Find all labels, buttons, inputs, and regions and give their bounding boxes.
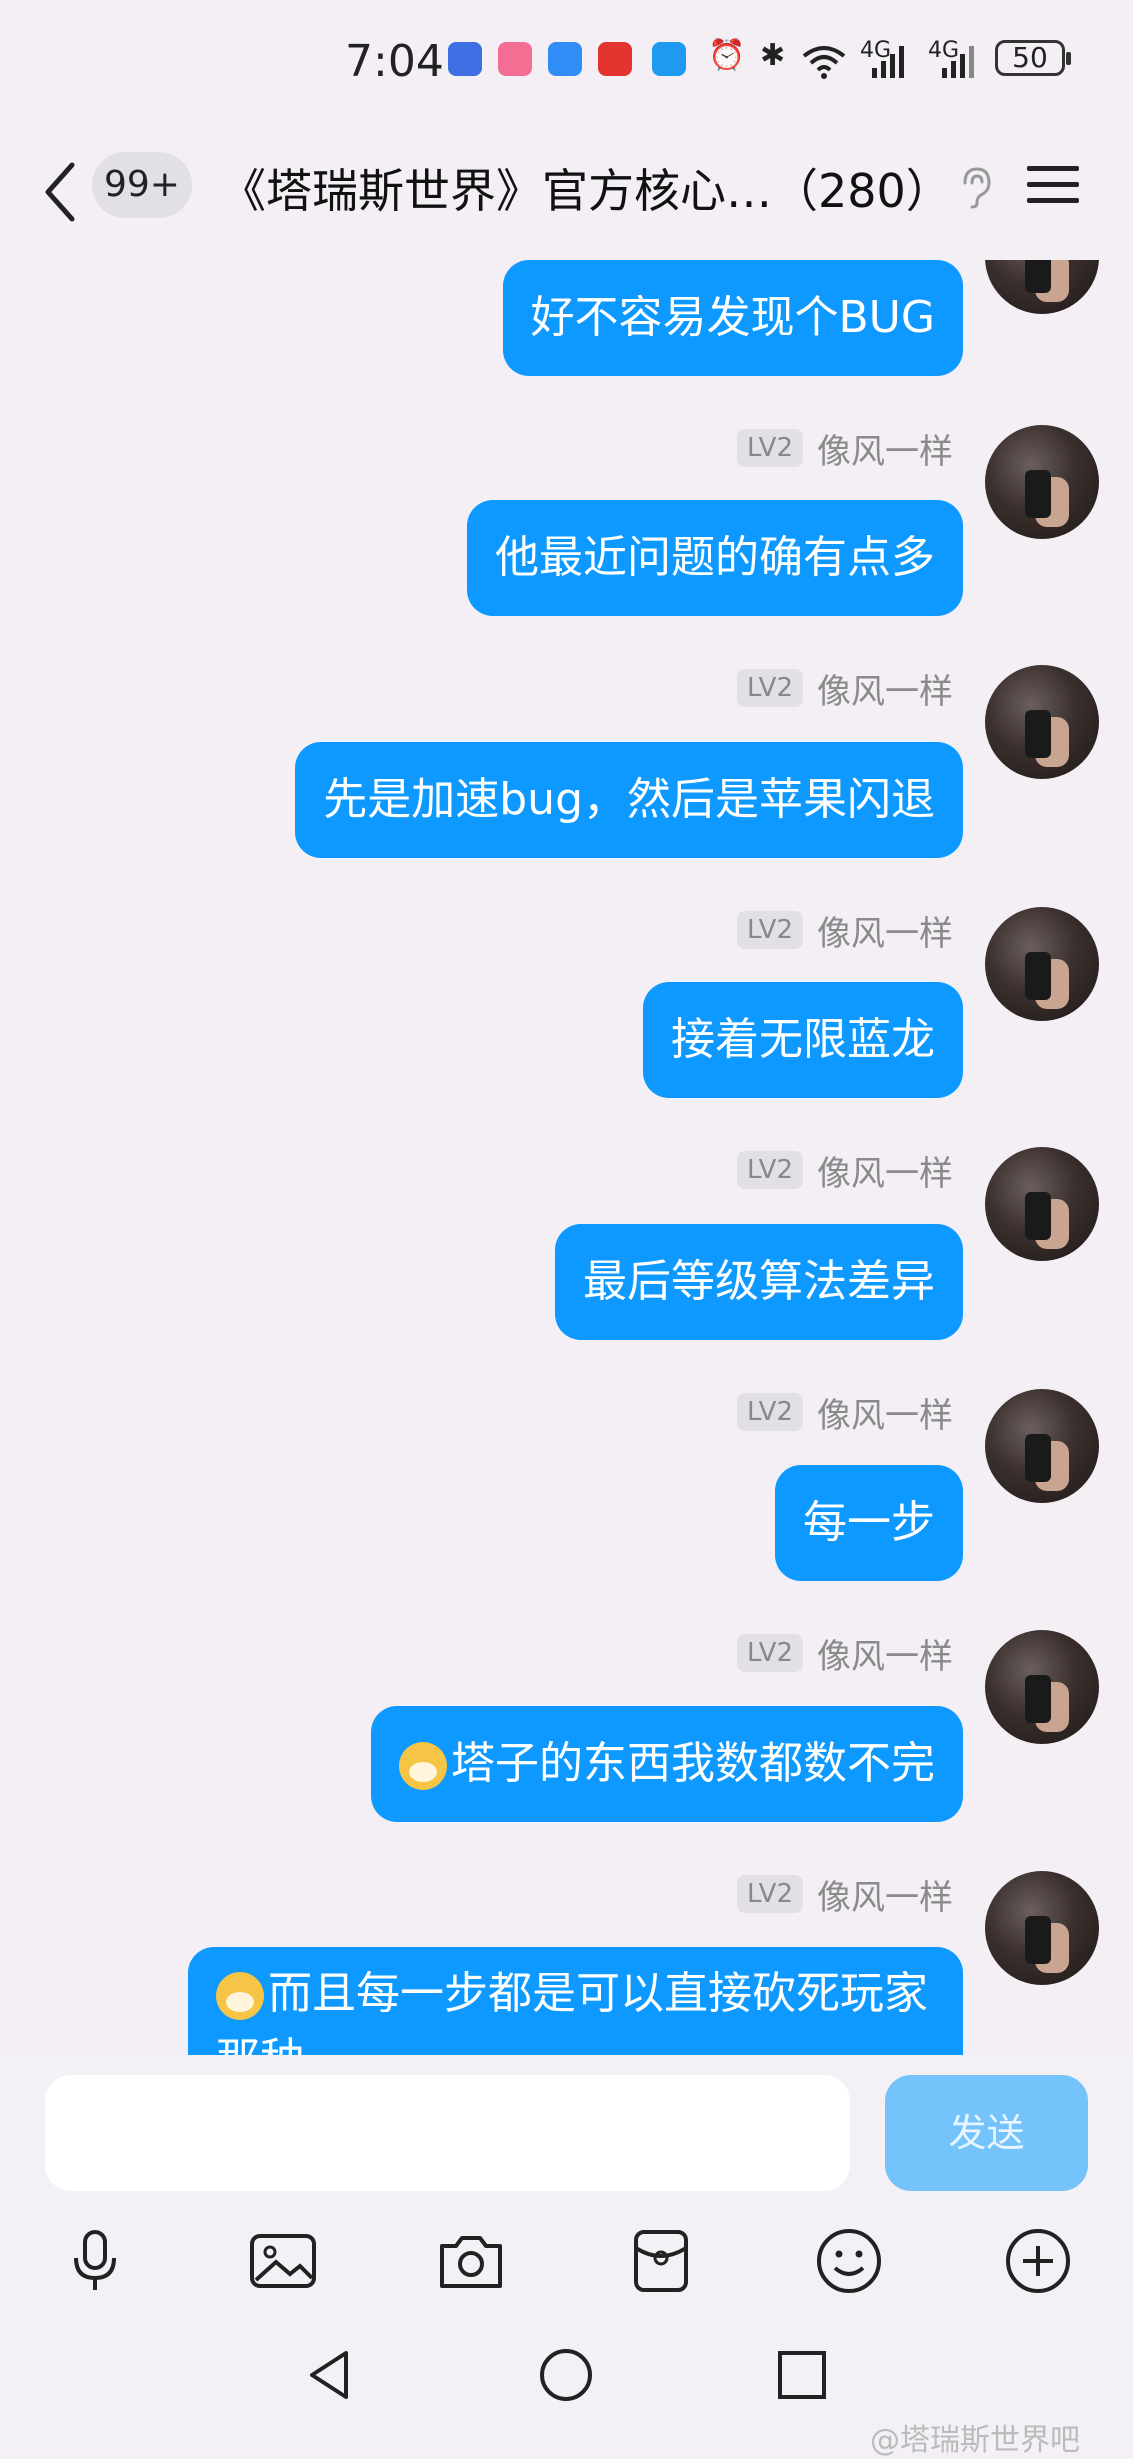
dog-emoji-icon — [399, 1742, 447, 1790]
avatar[interactable] — [985, 425, 1099, 539]
avatar[interactable] — [985, 260, 1099, 314]
send-button[interactable]: 发送 — [885, 2075, 1088, 2191]
message-meta: LV2 像风一样 — [737, 1392, 953, 1436]
emoji-icon[interactable] — [814, 2226, 884, 2296]
avatar[interactable] — [985, 1871, 1099, 1985]
sender-name[interactable]: 像风一样 — [817, 664, 953, 713]
message-meta: LV2 像风一样 — [737, 1633, 953, 1677]
bilibili-app-icon — [498, 42, 532, 76]
message-bubble[interactable]: 塔子的东西我数都数不完 — [371, 1706, 963, 1822]
message-meta: LV2 像风一样 — [737, 1150, 953, 1194]
avatar[interactable] — [985, 1630, 1099, 1744]
chat-area[interactable]: 好不容易发现个BUG LV2 像风一样 他最近问题的确有点多 LV2 像风一样 … — [0, 260, 1133, 2055]
image-icon[interactable] — [248, 2226, 318, 2296]
message-input[interactable] — [45, 2075, 850, 2191]
avatar[interactable] — [985, 665, 1099, 779]
sender-name[interactable]: 像风一样 — [817, 1388, 953, 1437]
microphone-icon[interactable] — [60, 2226, 130, 2296]
level-badge: LV2 — [737, 1634, 803, 1672]
dog-emoji-icon — [216, 1972, 264, 2020]
nav-recents-icon[interactable] — [772, 2345, 832, 2405]
system-nav-bar: @塔瑞斯世界吧 — [0, 2315, 1133, 2458]
menu-icon[interactable] — [1025, 163, 1081, 207]
cloud-app-icon — [652, 42, 686, 76]
avatar[interactable] — [985, 907, 1099, 1021]
wifi-icon — [802, 46, 846, 79]
message-bubble[interactable]: 先是加速bug，然后是苹果闪退 — [295, 742, 963, 858]
input-area: 发送 — [0, 2055, 1133, 2210]
level-badge: LV2 — [737, 911, 803, 949]
sender-name[interactable]: 像风一样 — [817, 1146, 953, 1195]
message-text: 而且每一步都是可以直接砍死玩家那种 — [216, 1968, 928, 2055]
message-meta: LV2 像风一样 — [737, 910, 953, 954]
watermark: @塔瑞斯世界吧 — [870, 2423, 1080, 2458]
message-meta: LV2 像风一样 — [737, 668, 953, 712]
message-bubble[interactable]: 每一步 — [775, 1465, 963, 1581]
plus-icon[interactable] — [1003, 2226, 1073, 2296]
message-bubble[interactable]: 好不容易发现个BUG — [502, 260, 963, 376]
alarm-icon: ⏰ — [708, 38, 746, 73]
sender-name[interactable]: 像风一样 — [817, 906, 953, 955]
message-bubble[interactable]: 他最近问题的确有点多 — [467, 500, 963, 616]
sender-name[interactable]: 像风一样 — [817, 424, 953, 473]
avatar[interactable] — [985, 1147, 1099, 1261]
sender-name[interactable]: 像风一样 — [817, 1870, 953, 1919]
bluetooth-icon: ✱ — [760, 38, 786, 73]
input-toolbar — [0, 2210, 1133, 2315]
message-text: 塔子的东西我数都数不完 — [451, 1738, 935, 1789]
message-bubble[interactable]: 而且每一步都是可以直接砍死玩家那种 — [188, 1947, 963, 2055]
status-bar: 7:04 ⏰ ✱ 4G 4G 50 — [0, 0, 1133, 125]
avatar[interactable] — [985, 1389, 1099, 1503]
signal-2-icon — [942, 46, 974, 78]
battery-indicator: 50 — [995, 40, 1071, 76]
level-badge: LV2 — [737, 1151, 803, 1189]
camera-icon[interactable] — [436, 2226, 506, 2296]
level-badge: LV2 — [737, 1875, 803, 1913]
group-title[interactable]: 《塔瑞斯世界》官方核心…（280） — [220, 155, 952, 221]
nav-home-icon[interactable] — [536, 2345, 596, 2405]
level-badge: LV2 — [737, 429, 803, 467]
tieba-app-icon — [448, 42, 482, 76]
level-badge: LV2 — [737, 1393, 803, 1431]
message-meta: LV2 像风一样 — [737, 428, 953, 472]
signal-1-icon — [872, 46, 904, 78]
status-time: 7:04 — [345, 36, 444, 87]
red-packet-icon[interactable] — [626, 2226, 696, 2296]
message-bubble[interactable]: 最后等级算法差异 — [555, 1224, 963, 1340]
message-bubble[interactable]: 接着无限蓝龙 — [643, 982, 963, 1098]
weather-app-icon — [548, 42, 582, 76]
unread-badge[interactable]: 99+ — [92, 152, 192, 218]
ear-icon[interactable] — [955, 165, 995, 209]
huawei-app-icon — [598, 42, 632, 76]
nav-back-icon[interactable] — [300, 2345, 360, 2405]
sender-name[interactable]: 像风一样 — [817, 1629, 953, 1678]
message-meta: LV2 像风一样 — [737, 1874, 953, 1918]
back-arrow-icon[interactable] — [36, 155, 86, 230]
level-badge: LV2 — [737, 669, 803, 707]
